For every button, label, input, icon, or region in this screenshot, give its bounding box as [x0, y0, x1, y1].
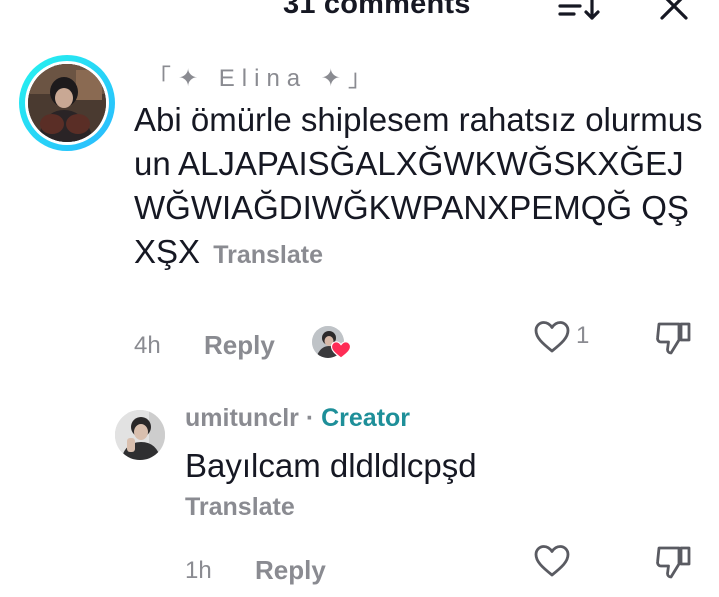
- thumbs-down-icon: [656, 546, 691, 579]
- reply-username[interactable]: umitunclr: [185, 404, 299, 432]
- close-icon: [660, 0, 688, 20]
- reply-like-button[interactable]: [534, 544, 570, 578]
- comments-header: 31 comments: [0, 0, 719, 40]
- reply-avatar[interactable]: [115, 410, 165, 460]
- dislike-button[interactable]: [655, 320, 693, 356]
- sort-icon: [558, 0, 600, 20]
- reply-username-line: umitunclr · Creator: [185, 404, 410, 433]
- avatar-photo: [115, 410, 165, 460]
- heart-outline-icon: [534, 321, 570, 353]
- avatar-photo: [28, 64, 106, 142]
- reply-reply-button[interactable]: Reply: [255, 555, 326, 586]
- username-separator: ·: [298, 404, 322, 432]
- comment-timestamp: 4h: [134, 332, 161, 359]
- like-button[interactable]: [534, 320, 570, 354]
- heart-filled-icon: [331, 341, 351, 359]
- heart-outline-icon: [534, 545, 570, 577]
- close-button[interactable]: [656, 0, 692, 26]
- translate-link[interactable]: Translate: [213, 241, 323, 269]
- reply-text: Bayılcam dldldlcpşd: [185, 447, 477, 484]
- commenter-username[interactable]: 「✦ Elina ✦」: [147, 58, 379, 93]
- comments-count-title: 31 comments: [283, 0, 471, 20]
- reply-timestamp: 1h: [185, 557, 212, 584]
- reply-translate-link[interactable]: Translate: [185, 493, 295, 522]
- creator-badge: Creator: [321, 404, 411, 432]
- like-count: 1: [576, 322, 590, 349]
- comment-text-block: Abi ömürle shiplesem rahatsız olurmusun …: [134, 98, 709, 277]
- reply-dislike-button[interactable]: [655, 544, 693, 580]
- liked-by-creator-badge: [331, 341, 351, 359]
- thumbs-down-icon: [656, 322, 691, 355]
- sort-button[interactable]: [556, 0, 600, 26]
- reply-button[interactable]: Reply: [204, 330, 275, 361]
- commenter-avatar[interactable]: [19, 55, 115, 151]
